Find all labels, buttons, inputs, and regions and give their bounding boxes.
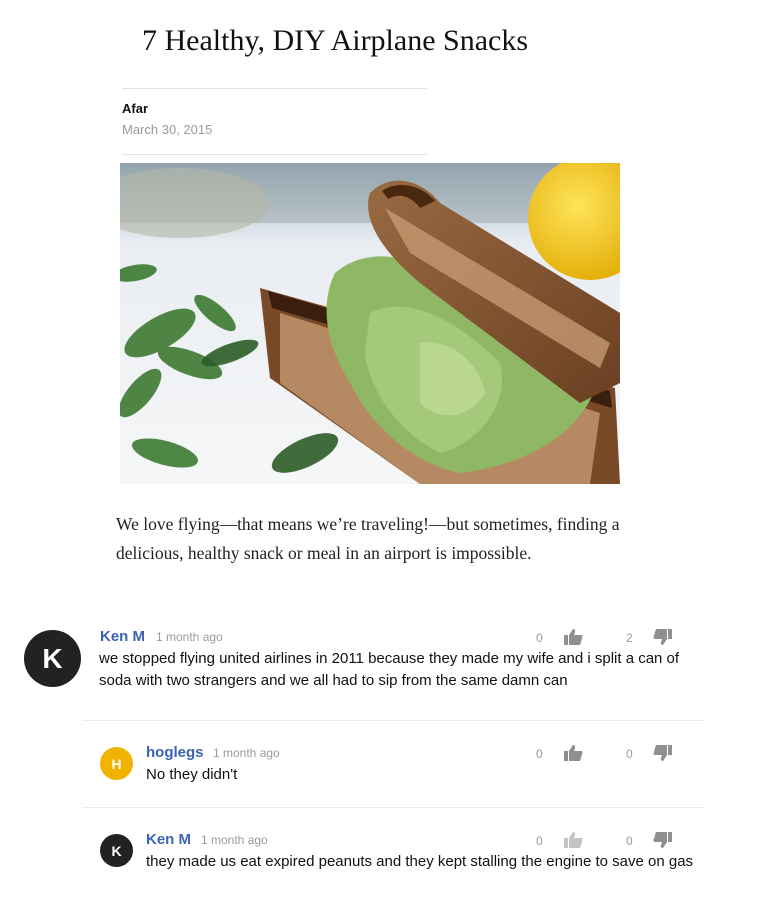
byline-divider-bottom xyxy=(122,154,427,155)
comment-author[interactable]: Ken M xyxy=(100,628,145,645)
thumbs-up-icon[interactable] xyxy=(563,628,583,646)
avatar[interactable]: K xyxy=(100,834,133,867)
article-title: 7 Healthy, DIY Airplane Snacks xyxy=(142,24,529,57)
thumbs-down-icon[interactable] xyxy=(653,628,673,646)
thumbs-down-icon[interactable] xyxy=(653,744,673,762)
avatar-letter: H xyxy=(111,755,122,772)
avatar[interactable]: H xyxy=(100,747,133,780)
avatar[interactable]: K xyxy=(24,630,81,687)
dislike-count: 0 xyxy=(626,747,633,761)
thumbs-up-icon[interactable] xyxy=(563,744,583,762)
like-count: 0 xyxy=(536,834,543,848)
comment-text: they made us eat expired peanuts and the… xyxy=(146,853,694,870)
dislike-count: 0 xyxy=(626,834,633,848)
article-author[interactable]: Afar xyxy=(122,101,148,116)
hero-image xyxy=(120,163,620,484)
comment-timestamp[interactable]: 1 month ago xyxy=(213,746,280,760)
comment-author[interactable]: hoglegs xyxy=(146,744,204,761)
dislike-count: 2 xyxy=(626,631,633,645)
comment-divider xyxy=(82,807,704,808)
thumbs-up-icon[interactable] xyxy=(563,831,583,849)
comment-text: No they didn't xyxy=(146,766,238,783)
article-intro: We love flying—that means we’re travelin… xyxy=(116,514,620,563)
like-count: 0 xyxy=(536,747,543,761)
thumbs-down-icon[interactable] xyxy=(653,831,673,849)
comment-author[interactable]: Ken M xyxy=(146,831,191,848)
avatar-letter: K xyxy=(111,842,122,859)
byline-divider-top xyxy=(122,88,427,89)
comment-text: we stopped flying united airlines in 201… xyxy=(99,650,680,689)
comment-divider xyxy=(82,720,704,721)
comment-timestamp[interactable]: 1 month ago xyxy=(201,833,268,847)
avatar-letter: K xyxy=(42,642,63,674)
like-count: 0 xyxy=(536,631,543,645)
article-date: March 30, 2015 xyxy=(122,122,213,137)
avocado-sandwich-illustration xyxy=(120,163,620,484)
comment-timestamp[interactable]: 1 month ago xyxy=(156,630,223,644)
